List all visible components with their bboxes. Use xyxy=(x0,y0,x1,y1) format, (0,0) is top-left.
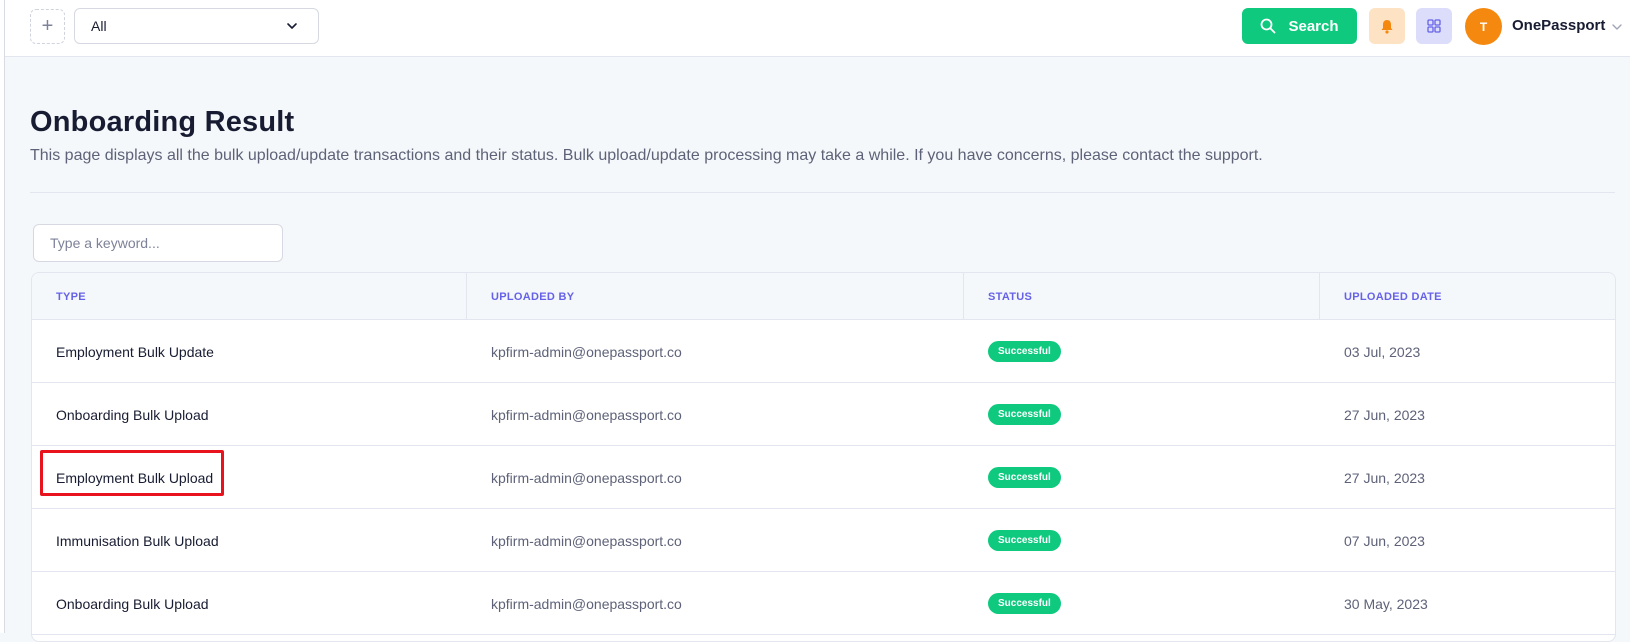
chevron-down-icon xyxy=(287,23,297,29)
cell-uploaded-by: kpfirm-admin@onepassport.co xyxy=(491,343,682,360)
column-divider xyxy=(963,273,964,320)
results-table: TYPE UPLOADED BY STATUS UPLOADED DATE Em… xyxy=(31,272,1616,642)
search-button-label: Search xyxy=(1288,17,1339,35)
cell-status: Successful xyxy=(988,509,1061,572)
cell-status: Successful xyxy=(988,446,1061,509)
column-header-status[interactable]: STATUS xyxy=(988,273,1032,320)
cell-type: Employment Bulk Update xyxy=(56,343,214,360)
table-row[interactable]: Employment Bulk Upload kpfirm-admin@onep… xyxy=(32,446,1615,509)
filter-select[interactable]: All xyxy=(74,8,319,44)
cell-status: Successful xyxy=(988,320,1061,383)
page-description: This page displays all the bulk upload/u… xyxy=(30,147,1263,164)
user-menu-name[interactable]: OnePassport xyxy=(1512,17,1605,34)
keyword-search-input[interactable] xyxy=(33,224,283,262)
page-title: Onboarding Result xyxy=(30,106,295,138)
grid-icon xyxy=(1427,19,1441,33)
add-button[interactable]: + xyxy=(30,9,65,44)
cell-uploaded-by: kpfirm-admin@onepassport.co xyxy=(491,595,682,612)
status-badge: Successful xyxy=(988,467,1061,488)
cell-uploaded-date: 27 Jun, 2023 xyxy=(1344,469,1425,486)
filter-select-value: All xyxy=(91,18,107,34)
table-row[interactable]: Employment Bulk Update kpfirm-admin@onep… xyxy=(32,320,1615,383)
column-header-type[interactable]: TYPE xyxy=(56,273,86,320)
cell-status: Successful xyxy=(988,383,1061,446)
status-badge: Successful xyxy=(988,404,1061,425)
cell-uploaded-date: 07 Jun, 2023 xyxy=(1344,532,1425,549)
column-divider xyxy=(1319,273,1320,320)
bell-icon xyxy=(1381,19,1393,34)
cell-uploaded-by: kpfirm-admin@onepassport.co xyxy=(491,406,682,423)
search-button[interactable]: Search xyxy=(1242,8,1357,44)
cell-uploaded-by: kpfirm-admin@onepassport.co xyxy=(491,532,682,549)
avatar[interactable]: T xyxy=(1465,8,1502,45)
status-badge: Successful xyxy=(988,593,1061,614)
column-header-uploaded-by[interactable]: UPLOADED BY xyxy=(491,273,574,320)
notifications-button[interactable] xyxy=(1369,8,1405,44)
cell-type: Immunisation Bulk Upload xyxy=(56,532,219,549)
table-header: TYPE UPLOADED BY STATUS UPLOADED DATE xyxy=(32,273,1615,320)
cell-uploaded-date: 27 Jun, 2023 xyxy=(1344,406,1425,423)
divider xyxy=(30,192,1615,193)
column-divider xyxy=(466,273,467,320)
window-edge xyxy=(0,0,5,633)
cell-status: Successful xyxy=(988,572,1061,635)
cell-type: Onboarding Bulk Upload xyxy=(56,595,209,612)
cell-uploaded-date: 03 Jul, 2023 xyxy=(1344,343,1421,360)
avatar-initial: T xyxy=(1479,19,1488,34)
table-row[interactable]: Onboarding Bulk Upload kpfirm-admin@onep… xyxy=(32,383,1615,446)
apps-button[interactable] xyxy=(1416,8,1452,44)
table-row[interactable]: Immunisation Bulk Upload kpfirm-admin@on… xyxy=(32,509,1615,572)
table-row[interactable]: Onboarding Bulk Upload kpfirm-admin@onep… xyxy=(32,572,1615,635)
chevron-down-icon[interactable] xyxy=(1611,21,1623,33)
cell-type: Employment Bulk Upload xyxy=(56,469,214,486)
plus-icon: + xyxy=(41,15,54,37)
cell-uploaded-by: kpfirm-admin@onepassport.co xyxy=(491,469,682,486)
status-badge: Successful xyxy=(988,530,1061,551)
column-header-uploaded-date[interactable]: UPLOADED DATE xyxy=(1344,273,1442,320)
cell-type: Onboarding Bulk Upload xyxy=(56,406,209,423)
top-bar: + All Search T OnePassport xyxy=(5,0,1630,57)
search-icon xyxy=(1261,18,1276,34)
status-badge: Successful xyxy=(988,341,1061,362)
cell-uploaded-date: 30 May, 2023 xyxy=(1344,595,1428,612)
